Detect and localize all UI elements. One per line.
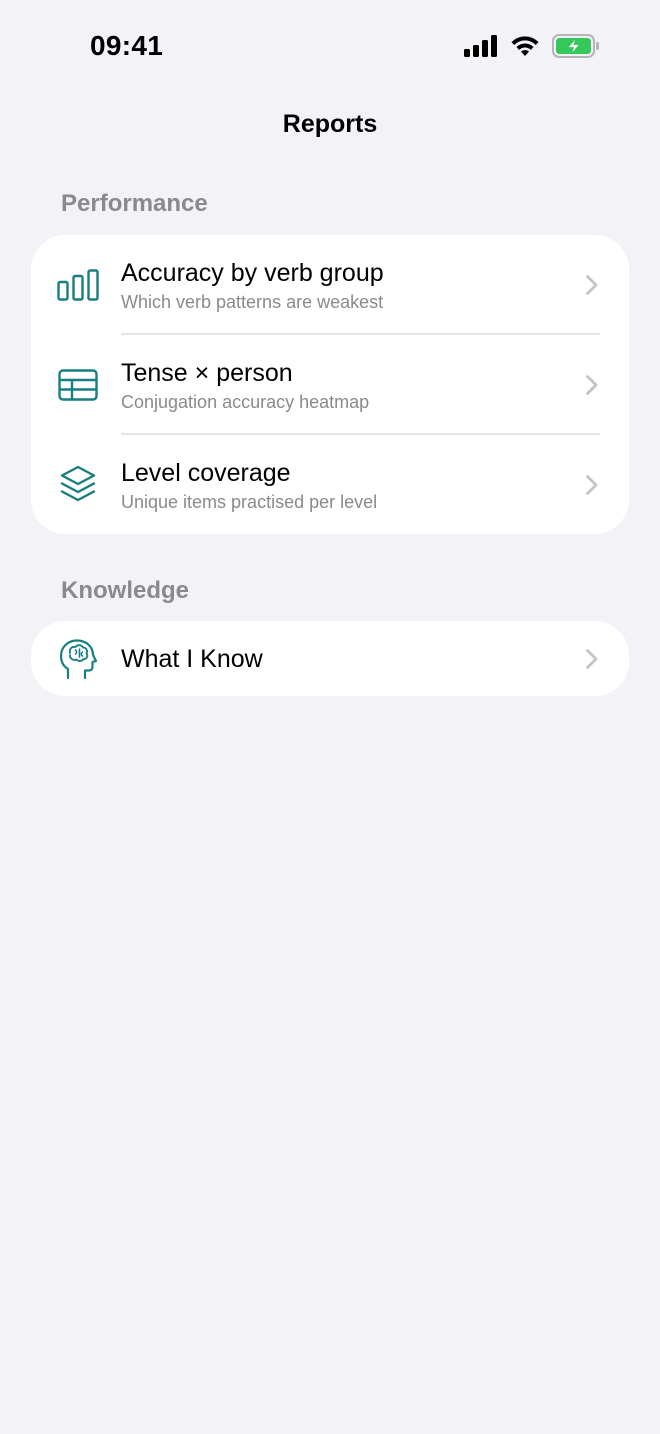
performance-card: Accuracy by verb group Which verb patter… bbox=[31, 235, 629, 534]
wifi-icon bbox=[510, 35, 540, 57]
chevron-right-icon bbox=[586, 275, 598, 295]
section-header-knowledge: Knowledge bbox=[61, 577, 190, 604]
row-title: What I Know bbox=[121, 645, 263, 673]
report-row-tense-person[interactable]: Tense × person Conjugation accuracy heat… bbox=[31, 335, 629, 434]
report-row-what-i-know[interactable]: What I Know bbox=[31, 621, 629, 696]
reports-screen: 09:41 Reports Performance Accuracy by ve… bbox=[0, 0, 660, 1434]
knowledge-card: What I Know bbox=[31, 621, 629, 696]
brain-head-icon bbox=[55, 636, 101, 682]
table-grid-icon bbox=[55, 362, 101, 408]
section-header-performance: Performance bbox=[61, 190, 208, 217]
status-icons bbox=[464, 34, 600, 58]
page-title: Reports bbox=[282, 110, 378, 138]
battery-charging-icon bbox=[552, 34, 600, 58]
row-subtitle: Conjugation accuracy heatmap bbox=[121, 392, 370, 412]
cellular-signal-icon bbox=[464, 35, 498, 57]
status-time: 09:41 bbox=[90, 30, 164, 61]
report-row-level-coverage[interactable]: Level coverage Unique items practised pe… bbox=[31, 435, 629, 534]
row-subtitle: Which verb patterns are weakest bbox=[121, 292, 384, 312]
bar-chart-icon bbox=[55, 262, 101, 308]
report-row-accuracy-by-verb-group[interactable]: Accuracy by verb group Which verb patter… bbox=[31, 235, 629, 334]
chevron-right-icon bbox=[586, 649, 598, 669]
row-title: Accuracy by verb group bbox=[121, 259, 384, 287]
row-title: Tense × person bbox=[121, 359, 293, 387]
row-title: Level coverage bbox=[121, 459, 291, 487]
layers-icon bbox=[55, 461, 101, 507]
status-bar: 09:41 bbox=[0, 0, 660, 96]
row-subtitle: Unique items practised per level bbox=[121, 492, 378, 512]
chevron-right-icon bbox=[586, 475, 598, 495]
chevron-right-icon bbox=[586, 375, 598, 395]
